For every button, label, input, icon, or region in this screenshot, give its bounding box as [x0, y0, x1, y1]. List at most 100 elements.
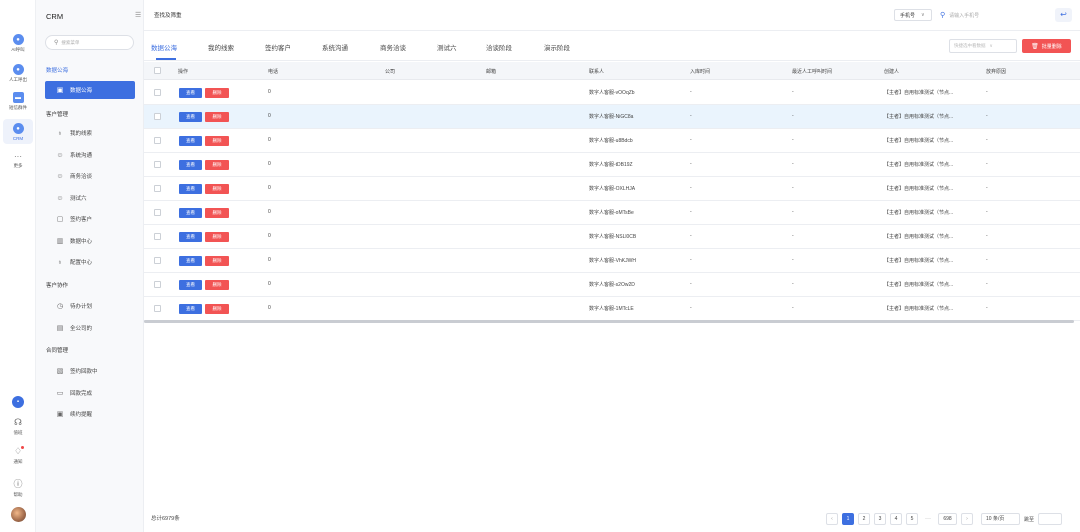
delete-button[interactable]: 删除: [205, 256, 229, 266]
sidebar-item-collecting[interactable]: ▧ 签约回款中: [45, 362, 135, 380]
tab-demo[interactable]: 演示阶段: [544, 42, 570, 52]
row-checkbox[interactable]: [154, 161, 161, 168]
table-row[interactable]: 查看 删除 0 数字人客服-NiGC8a - - 【主者】自用标准测试（节点... -: [144, 105, 1080, 129]
rail-notify[interactable]: ♢ 通知: [0, 446, 36, 465]
sidebar-item-renewal[interactable]: ▣ 续约提醒: [45, 405, 135, 423]
rail-help[interactable]: ⓘ 帮助: [0, 479, 36, 498]
delete-button[interactable]: 删除: [205, 208, 229, 218]
bar-chart-icon: ▥: [56, 238, 64, 245]
prev-page-button[interactable]: ‹: [826, 513, 838, 525]
view-button[interactable]: 查看: [179, 208, 202, 218]
view-button[interactable]: 查看: [179, 232, 202, 242]
row-checkbox[interactable]: [154, 137, 161, 144]
row-checkbox[interactable]: [154, 113, 161, 120]
rail-ai-call[interactable]: ● AI呼叫: [0, 34, 36, 53]
rail-crm[interactable]: ● CRM: [3, 119, 33, 144]
view-button[interactable]: 查看: [179, 112, 202, 122]
sidebar-item-data-center[interactable]: ▥ 数据中心: [45, 232, 135, 250]
rail-duty[interactable]: ☊ 值班: [0, 417, 36, 436]
back-button[interactable]: ↩: [1055, 8, 1072, 22]
view-button[interactable]: 查看: [179, 280, 202, 290]
sidebar-item-system-comm[interactable]: ☺ 系统沟通: [45, 146, 135, 164]
bulk-delete-button[interactable]: 🗑 批量删除: [1022, 39, 1071, 53]
rail-sms[interactable]: ▬ 短信群件: [0, 92, 36, 111]
table-row[interactable]: 查看 删除 0 数字人客服-OXLHJA - - 【主者】自用标准测试（节点... -: [144, 177, 1080, 201]
delete-button[interactable]: 删除: [205, 88, 229, 98]
chevron-down-icon: ∨: [921, 12, 925, 18]
delete-button[interactable]: 删除: [205, 280, 229, 290]
jump-page-input[interactable]: [1038, 513, 1063, 525]
table-row[interactable]: 查看 删除 0 数字人客服-vOOqZb - - 【主者】自用标准测试（节点... -: [144, 81, 1080, 105]
sidebar-item-business[interactable]: ☺ 商务洽谈: [45, 167, 135, 185]
doc-icon: ▢: [56, 216, 64, 223]
phone-search-input[interactable]: ⚲ 请输入手机号: [937, 9, 1051, 21]
search-type-select[interactable]: 手机号 ∨: [894, 9, 932, 21]
cell-creator: 【主者】自用标准测试（节点...: [884, 138, 954, 144]
view-button[interactable]: 查看: [179, 136, 202, 146]
page-1[interactable]: 1: [842, 513, 854, 525]
page-5[interactable]: 5: [906, 513, 918, 525]
cell-last-call: -: [792, 113, 794, 119]
page-size-select[interactable]: 10 条/页: [981, 513, 1020, 525]
page-4[interactable]: 4: [890, 513, 902, 525]
delete-button[interactable]: 删除: [205, 232, 229, 242]
collapse-icon[interactable]: ☰: [135, 11, 141, 19]
tab-signed[interactable]: 签约客户: [265, 42, 291, 52]
next-page-button[interactable]: ›: [961, 513, 973, 525]
pagination-ellipsis[interactable]: ···: [922, 516, 934, 522]
group-customer: 客户管理: [46, 112, 69, 118]
tab-data-pool[interactable]: 数据公海: [151, 42, 177, 52]
tab-business[interactable]: 商务洽谈: [380, 42, 406, 52]
sidebar-item-data-pool[interactable]: ▣ 数据公海: [45, 81, 135, 99]
table-row[interactable]: 查看 删除 0 数字人客服-tDB19Z - - 【主者】自用标准测试（节点... -: [144, 153, 1080, 177]
app-rail: ● AI呼叫 ● 人工呼出 ▬ 短信群件 ● CRM ··· 更多 ▪ ☊ 值班…: [0, 0, 36, 532]
table-row[interactable]: 查看 删除 0 数字人客服-oMTsBe - - 【主者】自用标准测试（节点... -: [144, 201, 1080, 225]
sidebar-item-signed[interactable]: ▢ 签约客户: [45, 210, 135, 228]
row-checkbox[interactable]: [154, 89, 161, 96]
view-button[interactable]: 查看: [179, 304, 202, 314]
horizontal-scrollbar[interactable]: [144, 320, 1074, 323]
rail-chat[interactable]: ▪: [0, 396, 36, 408]
tab-system-comm[interactable]: 系统沟通: [322, 42, 348, 52]
sidebar-item-config[interactable]: ♁ 配置中心: [45, 253, 135, 271]
view-button[interactable]: 查看: [179, 160, 202, 170]
sidebar-item-todo[interactable]: ◷ 待办计划: [45, 297, 135, 315]
table-row[interactable]: 查看 删除 0 数字人客服-NSLl0CB - - 【主者】自用标准测试（节点... -: [144, 225, 1080, 249]
delete-button[interactable]: 删除: [205, 304, 229, 314]
delete-button[interactable]: 删除: [205, 184, 229, 194]
search-icon: ⚲: [54, 40, 59, 46]
row-checkbox[interactable]: [154, 257, 161, 264]
view-button[interactable]: 查看: [179, 184, 202, 194]
rail-manual-call[interactable]: ● 人工呼出: [0, 64, 36, 83]
page-last[interactable]: 698: [938, 513, 957, 525]
menu-search-input[interactable]: ⚲ 搜索菜单: [45, 35, 134, 50]
page-2[interactable]: 2: [858, 513, 870, 525]
delete-button[interactable]: 删除: [205, 136, 229, 146]
row-checkbox[interactable]: [154, 185, 161, 192]
select-all-checkbox[interactable]: [154, 67, 161, 74]
row-checkbox[interactable]: [154, 209, 161, 216]
tab-my-leads[interactable]: 我的线索: [208, 42, 234, 52]
quick-filter-select[interactable]: 快捷选中看数据 ∨: [949, 39, 1017, 53]
sidebar-item-collected[interactable]: ▭ 回款完成: [45, 384, 135, 402]
sidebar-item-test6[interactable]: ☺ 测试六: [45, 189, 135, 207]
delete-button[interactable]: 删除: [205, 160, 229, 170]
delete-button[interactable]: 删除: [205, 112, 229, 122]
view-button[interactable]: 查看: [179, 256, 202, 266]
row-checkbox[interactable]: [154, 281, 161, 288]
rail-avatar[interactable]: [0, 507, 36, 522]
table-row[interactable]: 查看 删除 0 数字人客服-s2Ow2D - - 【主者】自用标准测试（节点... -: [144, 273, 1080, 297]
rail-more[interactable]: ··· 更多: [0, 153, 36, 169]
row-checkbox[interactable]: [154, 305, 161, 312]
view-button[interactable]: 查看: [179, 88, 202, 98]
sidebar-item-label: 签约客户: [70, 217, 93, 223]
row-checkbox[interactable]: [154, 233, 161, 240]
sidebar-item-my-leads[interactable]: ♁ 我的线索: [45, 124, 135, 142]
tab-test6[interactable]: 测试六: [437, 42, 457, 52]
page-3[interactable]: 3: [874, 513, 886, 525]
sidebar-item-company[interactable]: ▤ 全公司的: [45, 319, 135, 337]
table-row[interactable]: 查看 删除 0 数字人客服-VhKJWH - - 【主者】自用标准测试（节点... -: [144, 249, 1080, 273]
tab-negotiation[interactable]: 洽谈阶段: [486, 42, 512, 52]
table-row[interactable]: 查看 删除 0 数字人客服-u8Bdcb - - 【主者】自用标准测试（节点... -: [144, 129, 1080, 153]
table-row[interactable]: 查看 删除 0 数字人客服-1MTcLE - - 【主者】自用标准测试（节点... -: [144, 297, 1080, 321]
